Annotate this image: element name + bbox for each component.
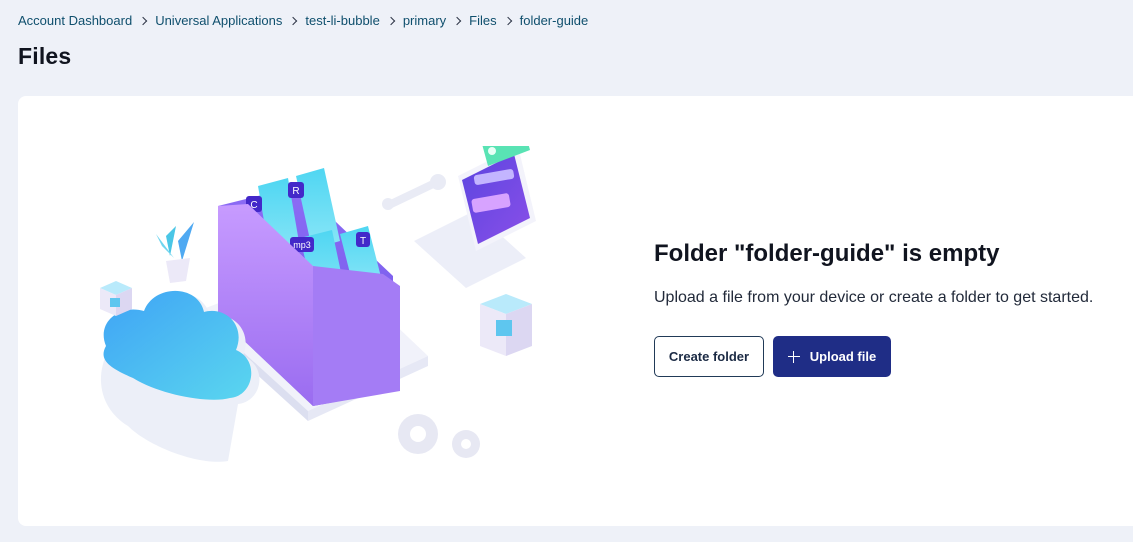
chevron-right-icon [289, 16, 298, 25]
plus-icon [787, 350, 800, 363]
file-tag-t: T [360, 236, 366, 247]
chevron-right-icon [386, 16, 396, 25]
file-tag-r: R [292, 186, 299, 197]
create-folder-label: Create folder [668, 349, 750, 364]
breadcrumb-universal-applications[interactable]: Universal Applications [155, 13, 282, 28]
breadcrumb-primary[interactable]: primary [403, 13, 446, 28]
plant-icon [156, 222, 194, 283]
upload-file-label: Upload file [809, 349, 877, 364]
empty-state-title: Folder "folder-guide" is empty [654, 240, 1000, 267]
file-tag-mp3: mp3 [293, 240, 311, 250]
empty-state: Folder "folder-guide" is empty Upload a … [654, 240, 1133, 377]
server-cube-left-icon [100, 281, 132, 316]
empty-folder-illustration: C R mp3 T [100, 146, 536, 462]
breadcrumb-folder-guide[interactable]: folder-guide [520, 13, 589, 28]
empty-state-actions: Create folder Upload file [654, 336, 1133, 377]
laptop-icon [414, 146, 536, 288]
gears-icon [398, 414, 480, 458]
server-cube-right-icon [480, 294, 532, 356]
page-title: Files [18, 43, 72, 69]
breadcrumb-account-dashboard[interactable]: Account Dashboard [18, 13, 132, 28]
empty-folder-card: C R mp3 T Folder "folder-guide" is empty… [18, 96, 1133, 526]
wrench-icon [382, 174, 446, 210]
upload-file-button[interactable]: Upload file [773, 336, 891, 377]
chevron-right-icon [452, 16, 462, 25]
chevron-right-icon [503, 16, 512, 25]
breadcrumb-files[interactable]: Files [469, 13, 496, 28]
chevron-right-icon [138, 16, 148, 25]
create-folder-button[interactable]: Create folder [654, 336, 764, 377]
empty-state-description: Upload a file from your device or create… [654, 289, 1094, 306]
breadcrumb-test-li-bubble[interactable]: test-li-bubble [305, 13, 379, 28]
breadcrumb: Account Dashboard Universal Applications… [18, 13, 588, 28]
